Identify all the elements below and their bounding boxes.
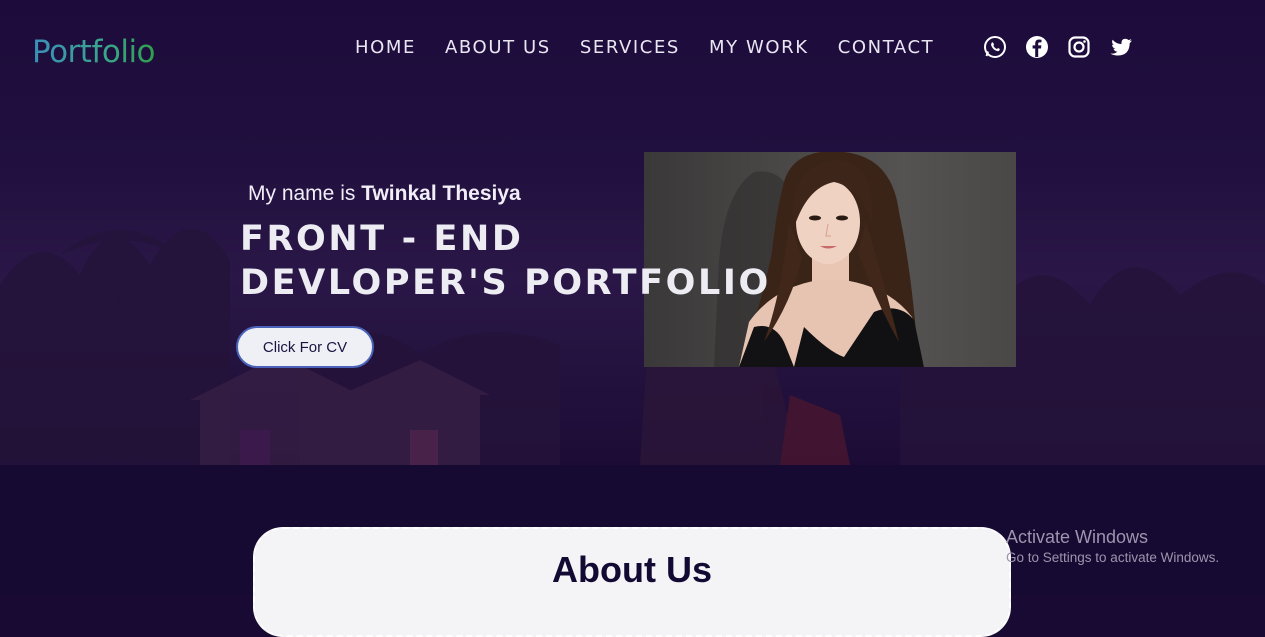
nav-home[interactable]: HOME: [355, 37, 416, 58]
nav-services[interactable]: SERVICES: [580, 37, 680, 58]
whatsapp-icon[interactable]: [983, 35, 1007, 59]
intro-text: My name is Twinkal Thesiya: [248, 182, 521, 206]
watermark-subtitle: Go to Settings to activate Windows.: [1006, 550, 1220, 565]
hero-headline: FRONT - END DEVLOPER'S PORTFOLIO: [240, 219, 771, 303]
landscape-silhouette: [0, 228, 1265, 465]
instagram-icon[interactable]: [1067, 35, 1091, 59]
activate-windows-watermark: Activate Windows Go to Settings to activ…: [1006, 527, 1219, 565]
about-us-title: About Us: [552, 549, 712, 590]
nav-about-us[interactable]: ABOUT US: [445, 37, 551, 58]
cv-button[interactable]: Click For CV: [236, 326, 374, 368]
logo[interactable]: Portfolio: [32, 34, 156, 70]
watermark-title: Activate Windows: [1006, 527, 1149, 547]
intro-prefix: My name is: [248, 182, 356, 205]
social-links: [983, 35, 1133, 59]
about-us-card: About Us: [253, 527, 1011, 637]
nav-contact[interactable]: CONTACT: [838, 37, 935, 58]
twitter-icon[interactable]: [1109, 35, 1133, 59]
facebook-icon[interactable]: [1025, 35, 1049, 59]
nav-my-work[interactable]: MY WORK: [709, 37, 809, 58]
developer-name: Twinkal Thesiya: [361, 182, 521, 205]
main-nav: HOME ABOUT US SERVICES MY WORK CONTACT: [355, 37, 934, 58]
